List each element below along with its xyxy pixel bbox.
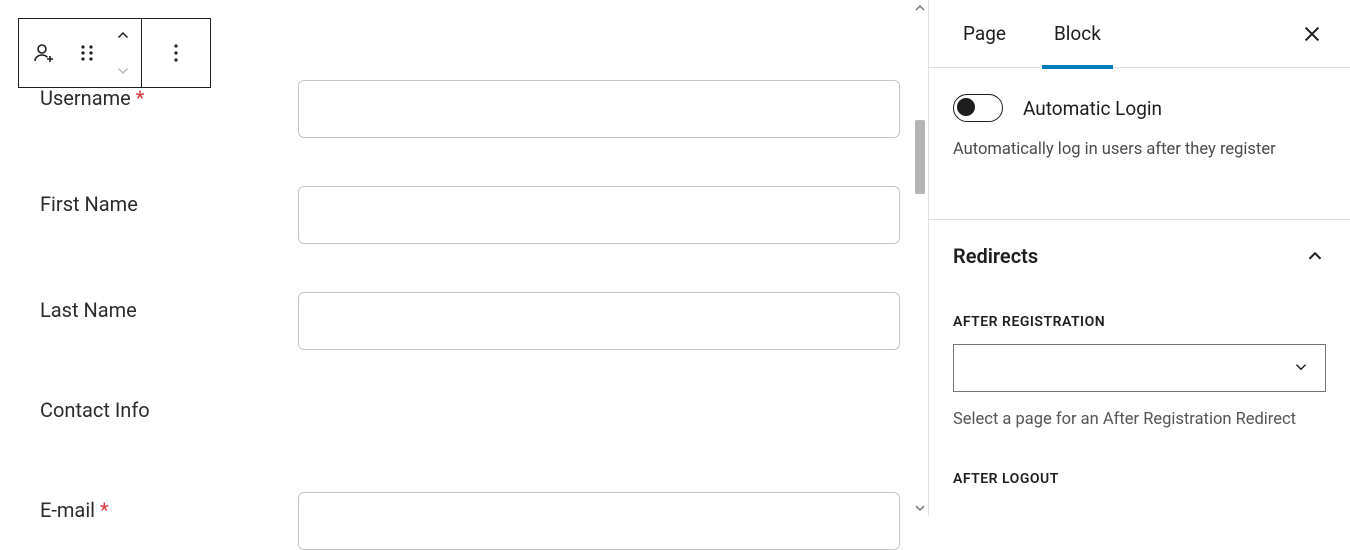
- editor-scrollbar[interactable]: [912, 0, 928, 516]
- move-up-button[interactable]: [105, 19, 141, 53]
- field-row-firstname: First Name: [40, 186, 900, 244]
- scroll-up-arrow[interactable]: [912, 0, 928, 16]
- required-asterisk: *: [100, 498, 109, 522]
- field-label: E-mail *: [40, 492, 298, 522]
- after-registration-select[interactable]: [953, 344, 1326, 392]
- chevron-down-icon: [114, 61, 132, 79]
- settings-sidebar: Page Block Automatic Login Automatically…: [928, 0, 1350, 516]
- options-icon: [164, 41, 188, 65]
- first-name-input[interactable]: [298, 186, 900, 244]
- drag-handle[interactable]: [69, 19, 105, 87]
- field-label: First Name: [40, 186, 298, 216]
- block-options-button[interactable]: [142, 19, 210, 87]
- scroll-thumb[interactable]: [915, 120, 925, 194]
- editor-main: Username * First Name Last Name Contact …: [0, 0, 920, 516]
- automatic-login-label: Automatic Login: [1023, 97, 1162, 120]
- username-input[interactable]: [298, 80, 900, 138]
- chevron-up-icon: [1304, 245, 1326, 267]
- field-row-email: E-mail *: [40, 492, 900, 550]
- sidebar-tabs: Page Block: [929, 0, 1350, 68]
- drag-icon: [75, 41, 99, 65]
- field-label: Last Name: [40, 292, 298, 322]
- scroll-down-arrow[interactable]: [912, 500, 928, 516]
- tab-page[interactable]: Page: [953, 0, 1016, 68]
- user-add-icon: [32, 41, 56, 65]
- scroll-track[interactable]: [912, 16, 928, 500]
- redirects-panel-header[interactable]: Redirects: [929, 220, 1350, 268]
- required-asterisk: *: [136, 86, 145, 110]
- automatic-login-control: Automatic Login: [929, 68, 1350, 130]
- redirects-title: Redirects: [953, 244, 1038, 268]
- chevron-up-icon: [114, 27, 132, 45]
- field-label: Username *: [40, 80, 298, 110]
- field-row-lastname: Last Name: [40, 292, 900, 350]
- last-name-input[interactable]: [298, 292, 900, 350]
- automatic-login-toggle[interactable]: [953, 94, 1003, 122]
- block-toolbar: [18, 18, 211, 88]
- after-registration-heading: AFTER REGISTRATION: [929, 314, 1350, 330]
- after-registration-help: Select a page for an After Registration …: [929, 392, 1350, 429]
- after-logout-heading: AFTER LOGOUT: [929, 471, 1350, 487]
- close-sidebar-button[interactable]: [1298, 20, 1326, 48]
- tab-block[interactable]: Block: [1044, 0, 1111, 68]
- section-title: Contact Info: [40, 398, 150, 422]
- section-contact-info: Contact Info: [40, 398, 900, 422]
- toggle-knob: [957, 98, 975, 116]
- block-type-button[interactable]: [19, 19, 69, 87]
- automatic-login-desc: Automatically log in users after they re…: [929, 130, 1350, 159]
- registration-form: Username * First Name Last Name Contact …: [40, 80, 900, 550]
- field-row-username: Username *: [40, 80, 900, 138]
- close-icon: [1301, 23, 1323, 45]
- email-input[interactable]: [298, 492, 900, 550]
